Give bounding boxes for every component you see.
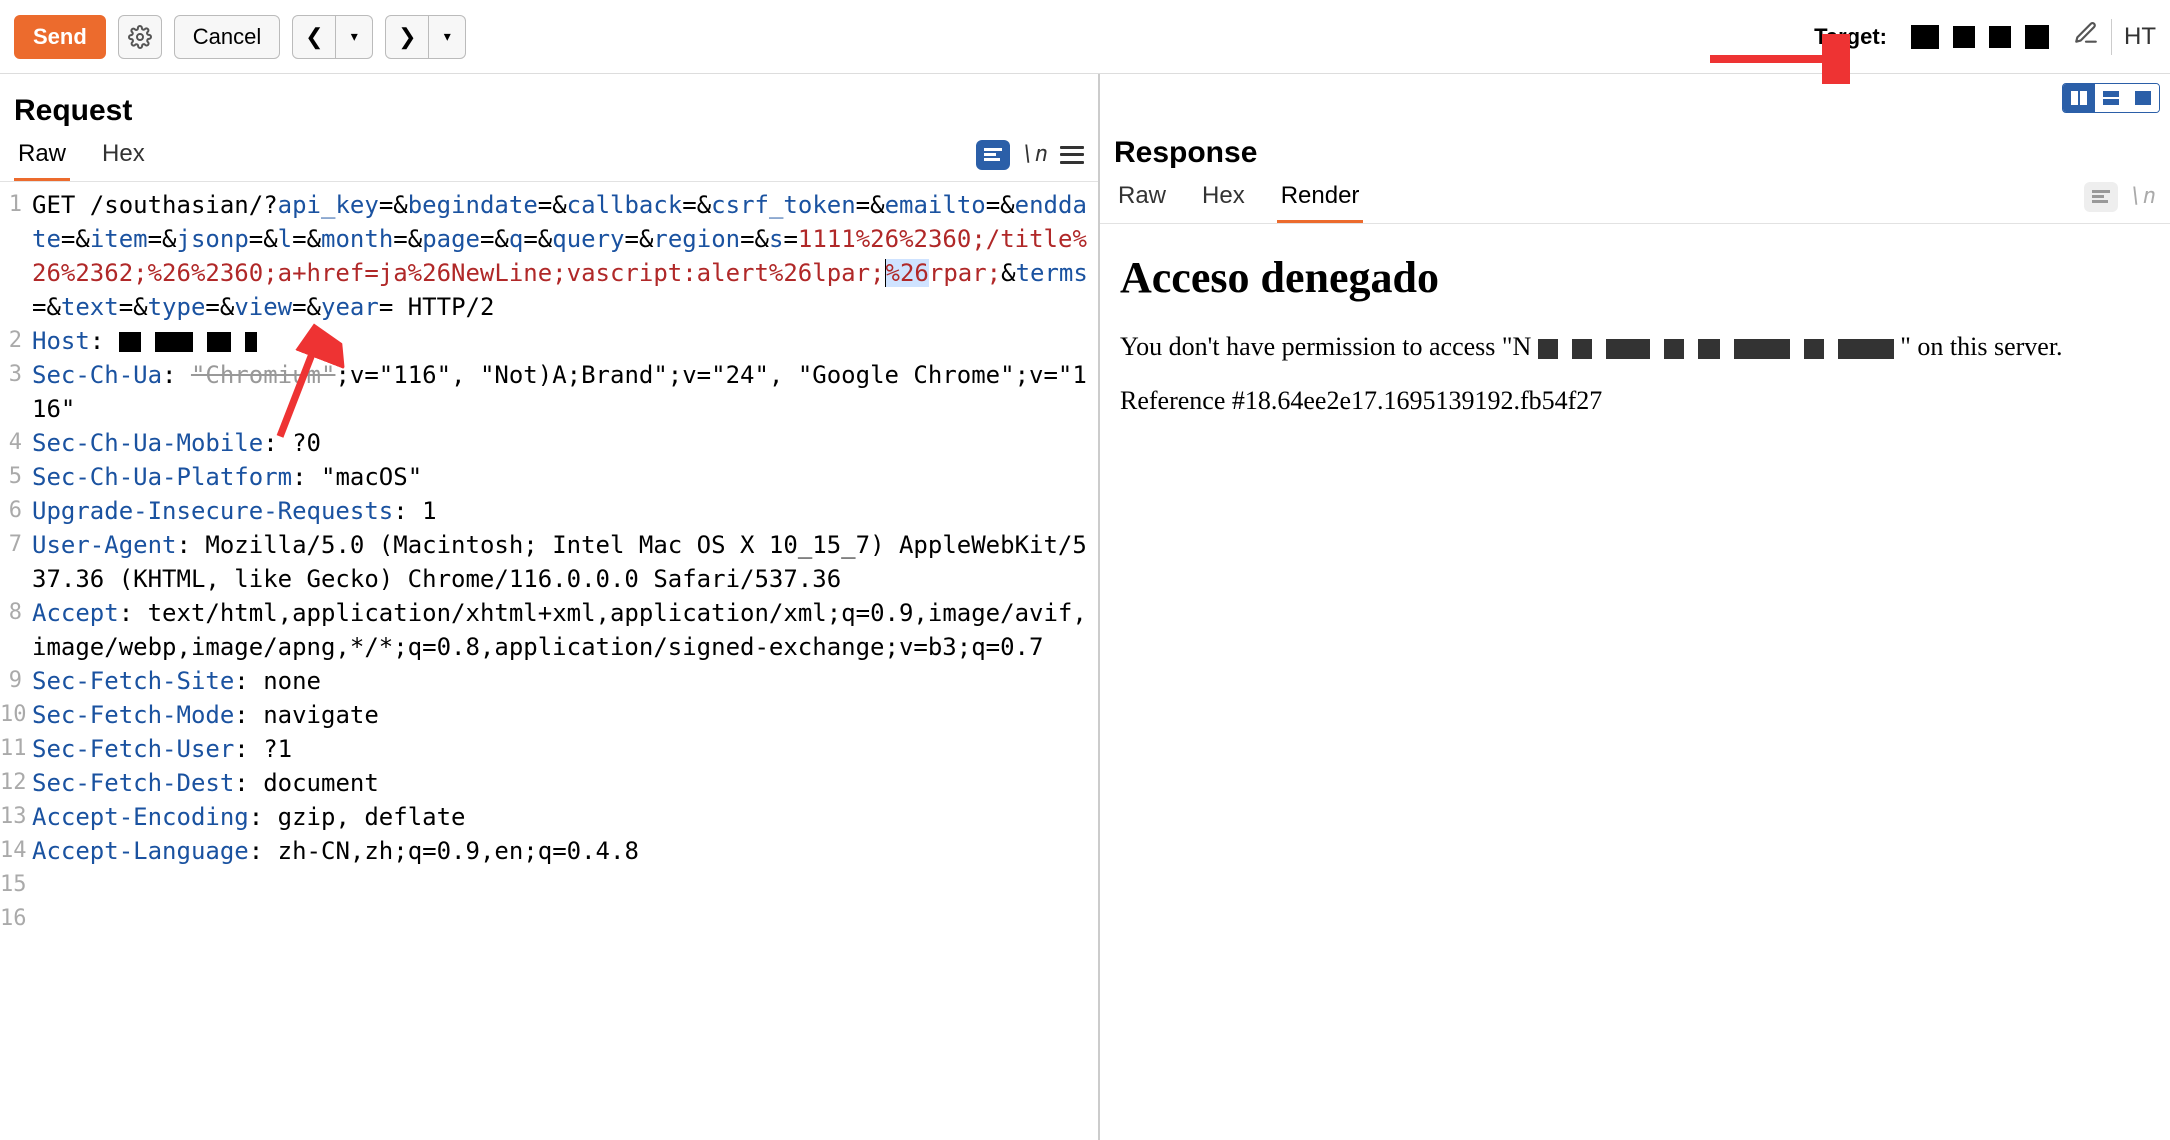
request-line-3[interactable]: Sec-Ch-Ua: "Chromium";v="116", "Not)A;Br…	[32, 358, 1098, 426]
history-back-group: ❮ ▾	[292, 15, 373, 59]
line-number: 2	[0, 324, 32, 358]
layout-split-horizontal-icon[interactable]	[2095, 84, 2127, 112]
request-line-10[interactable]: Sec-Fetch-Mode: navigate	[32, 698, 1098, 732]
response-body-text: You don't have permission to access "N "…	[1120, 329, 2150, 365]
main-split: Request Raw Hex \n 1 GET /southasian/?ap…	[0, 74, 2170, 1140]
target-host-redacted	[1911, 25, 2049, 49]
pretty-print-button[interactable]	[976, 140, 1010, 170]
caret-down-icon: ▾	[444, 28, 451, 45]
request-tabs: Raw Hex \n	[0, 134, 1098, 182]
line-number: 16	[0, 902, 32, 936]
line-number: 14	[0, 834, 32, 868]
chevron-right-icon: ❯	[398, 24, 416, 50]
request-pane: Request Raw Hex \n 1 GET /southasian/?ap…	[0, 74, 1100, 1140]
request-menu-button[interactable]	[1060, 146, 1084, 164]
request-line-13[interactable]: Accept-Encoding: gzip, deflate	[32, 800, 1098, 834]
line-number: 8	[0, 596, 32, 664]
response-heading: Acceso denegado	[1120, 252, 2150, 303]
tab-response-hex[interactable]: Hex	[1198, 176, 1249, 223]
request-line-7[interactable]: User-Agent: Mozilla/5.0 (Macintosh; Inte…	[32, 528, 1098, 596]
edit-target-button[interactable]	[2073, 20, 2099, 53]
request-line-8[interactable]: Accept: text/html,application/xhtml+xml,…	[32, 596, 1098, 664]
tab-response-render[interactable]: Render	[1277, 176, 1364, 223]
lines-icon	[984, 148, 1002, 162]
request-line-5[interactable]: Sec-Ch-Ua-Platform: "macOS"	[32, 460, 1098, 494]
annotation-arrow-top	[1700, 34, 1850, 84]
response-tabs: Raw Hex Render \n	[1100, 176, 2170, 224]
cancel-button[interactable]: Cancel	[174, 15, 280, 59]
history-forward-group: ❯ ▾	[385, 15, 466, 59]
request-line-12[interactable]: Sec-Fetch-Dest: document	[32, 766, 1098, 800]
line-number: 10	[0, 698, 32, 732]
caret-down-icon: ▾	[351, 28, 358, 45]
request-line-9[interactable]: Sec-Fetch-Site: none	[32, 664, 1098, 698]
line-number: 6	[0, 494, 32, 528]
response-url-redacted	[1538, 339, 1894, 359]
request-line-4[interactable]: Sec-Ch-Ua-Mobile: ?0	[32, 426, 1098, 460]
lines-icon	[2092, 190, 2110, 204]
settings-gear-button[interactable]	[118, 15, 162, 59]
layout-toggle[interactable]	[2062, 83, 2160, 113]
history-forward-dropdown[interactable]: ▾	[429, 15, 466, 59]
pretty-print-button[interactable]	[2084, 182, 2118, 212]
response-reference: Reference #18.64ee2e17.1695139192.fb54f2…	[1120, 383, 2150, 419]
pencil-icon	[2073, 20, 2099, 46]
line-number: 11	[0, 732, 32, 766]
request-title: Request	[14, 94, 132, 128]
layout-single-icon[interactable]	[2127, 84, 2159, 112]
line-number: 13	[0, 800, 32, 834]
request-line-6[interactable]: Upgrade-Insecure-Requests: 1	[32, 494, 1098, 528]
show-newlines-toggle[interactable]: \n	[2130, 184, 2157, 209]
request-line-11[interactable]: Sec-Fetch-User: ?1	[32, 732, 1098, 766]
request-line-1[interactable]: GET /southasian/?api_key=&begindate=&cal…	[32, 188, 1098, 324]
line-number: 9	[0, 664, 32, 698]
history-forward-button[interactable]: ❯	[385, 15, 429, 59]
line-number: 15	[0, 868, 32, 902]
line-number: 3	[0, 358, 32, 426]
line-number: 7	[0, 528, 32, 596]
show-newlines-toggle[interactable]: \n	[1022, 142, 1049, 167]
response-title: Response	[1114, 136, 1257, 170]
history-back-dropdown[interactable]: ▾	[336, 15, 373, 59]
gear-icon	[128, 25, 152, 49]
request-editor[interactable]: 1 GET /southasian/?api_key=&begindate=&c…	[0, 182, 1098, 1140]
layout-split-vertical-icon[interactable]	[2063, 84, 2095, 112]
line-number: 4	[0, 426, 32, 460]
tab-request-hex[interactable]: Hex	[98, 134, 149, 181]
response-pane: Response Raw Hex Render \n Acceso denega…	[1100, 74, 2170, 1140]
tab-request-raw[interactable]: Raw	[14, 134, 70, 181]
request-line-host[interactable]: Host:	[32, 324, 1098, 358]
request-line-14[interactable]: Accept-Language: zh-CN,zh;q=0.9,en;q=0.4…	[32, 834, 1098, 868]
line-number: 5	[0, 460, 32, 494]
line-number: 12	[0, 766, 32, 800]
response-render-viewport[interactable]: Acceso denegado You don't have permissio…	[1100, 224, 2170, 455]
history-back-button[interactable]: ❮	[292, 15, 336, 59]
line-number: 1	[0, 188, 32, 324]
tab-response-raw[interactable]: Raw	[1114, 176, 1170, 223]
send-button[interactable]: Send	[14, 15, 106, 59]
chevron-left-icon: ❮	[305, 24, 323, 50]
protocol-label: HT	[2124, 23, 2156, 51]
